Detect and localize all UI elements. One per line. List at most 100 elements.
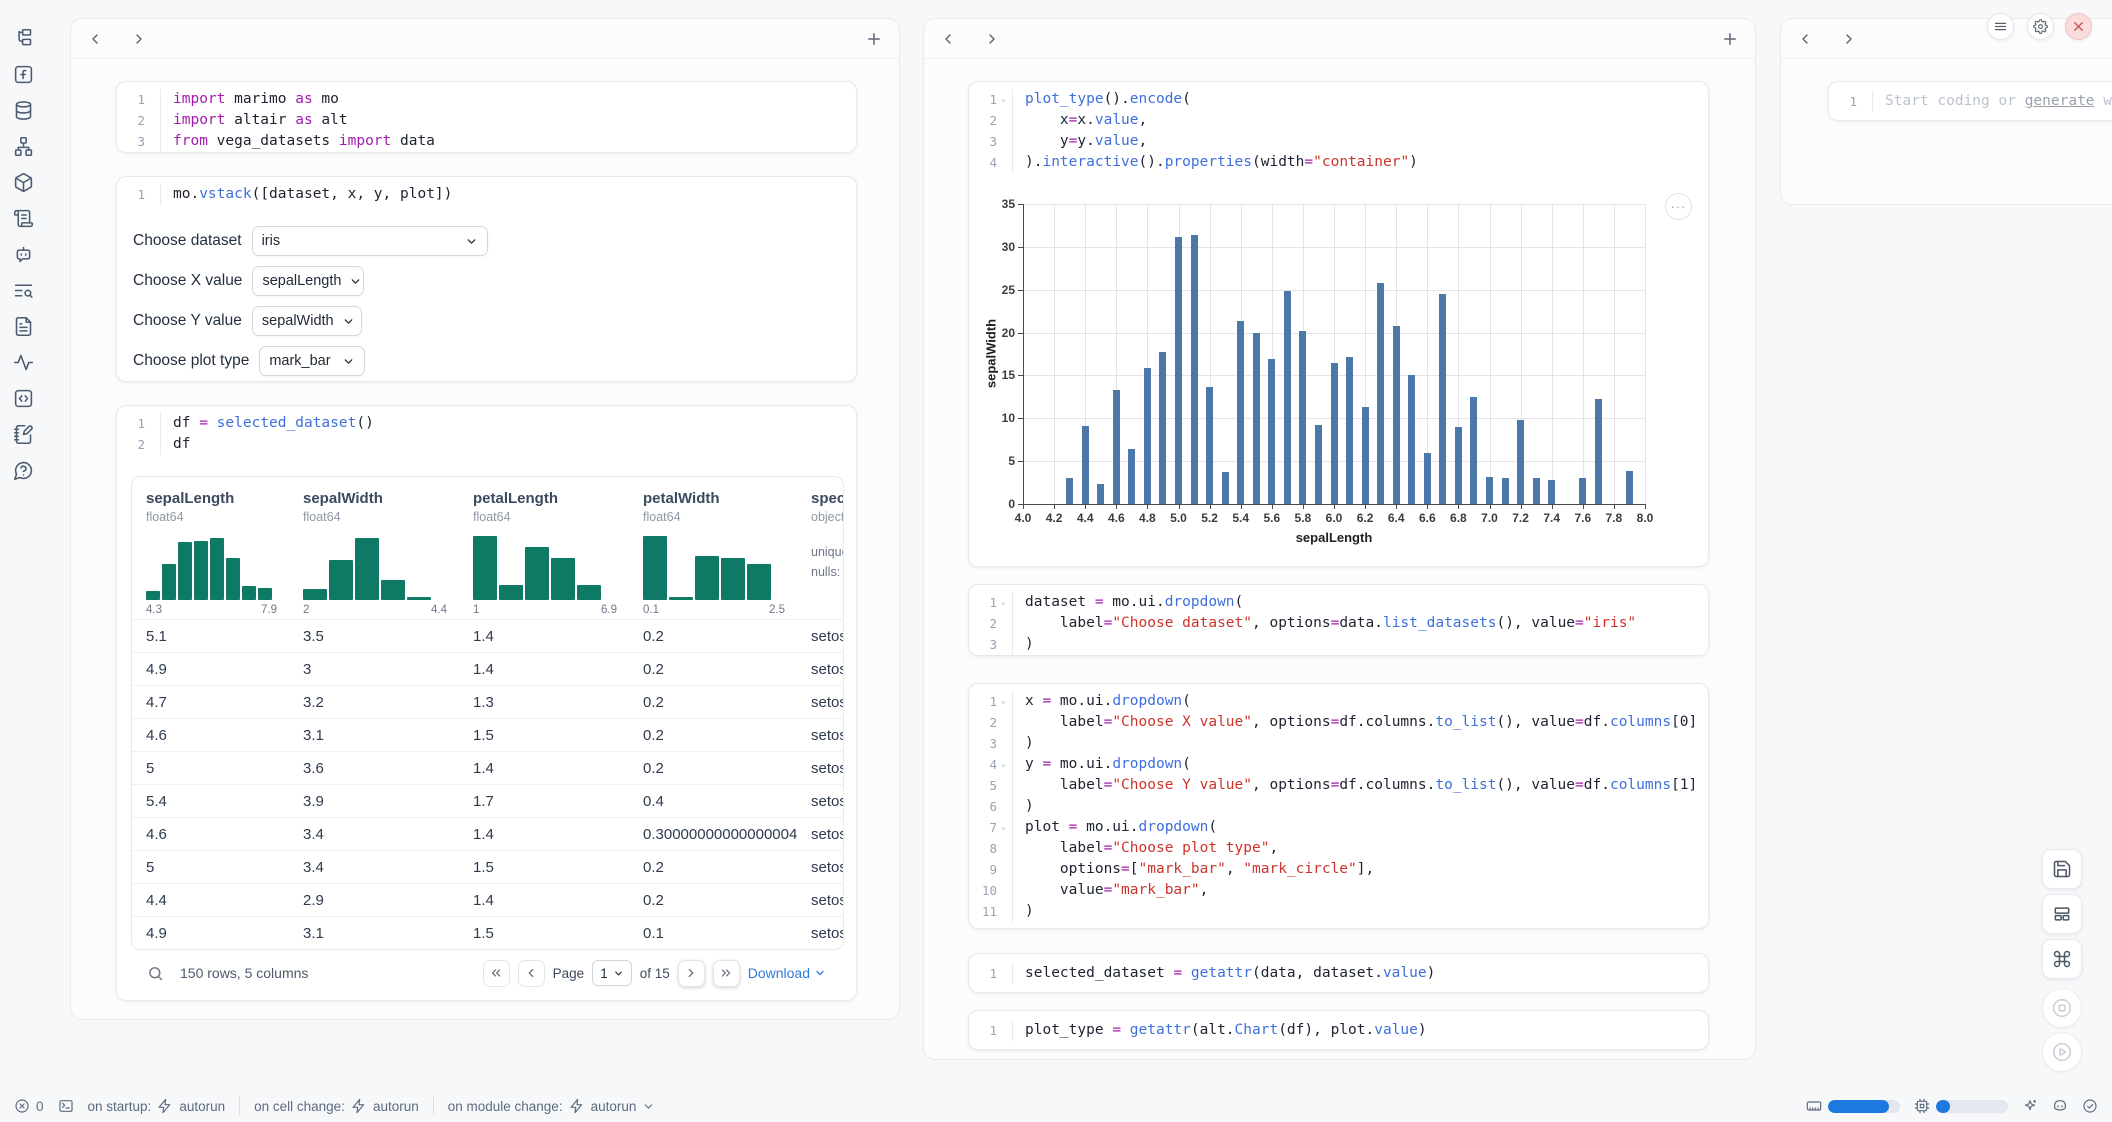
first-page-button[interactable] [483,960,510,987]
chevron-right-icon[interactable] [984,31,1000,47]
cell-xy-dropdowns[interactable]: 1⌄x = mo.ui.dropdown(2 label="Choose X v… [968,683,1709,929]
cell-scratch[interactable]: 1Start coding or generate with [1828,81,2112,121]
table-cell: 4.9 [132,661,289,678]
cell-dataframe[interactable]: 1df = selected_dataset()2df sepalLengthf… [116,405,857,1001]
stop-button[interactable] [2042,988,2082,1028]
x-tick-label: 7.0 [1475,511,1505,525]
zap-icon [351,1098,367,1114]
table-cell: 1.4 [459,826,629,843]
download-button[interactable]: Download [748,965,826,981]
code-line: 2 label="Choose dataset", options=data.l… [969,613,1708,634]
line-number: 1 [1829,91,1857,112]
last-page-button[interactable] [713,960,740,987]
package-icon[interactable] [11,170,35,194]
activity-icon[interactable] [11,350,35,374]
on-startup-setting[interactable]: on startup: autorun [88,1098,226,1114]
chart-bar [1517,420,1524,504]
ai-assistant-button[interactable] [2022,1098,2038,1114]
cell-plot-type[interactable]: 1plot_type = getattr(alt.Chart(df), plot… [968,1010,1709,1050]
page-total-label: of 15 [640,966,670,981]
plot-type-select[interactable]: mark_bar [259,346,365,376]
chevron-left-icon[interactable] [87,31,103,47]
add-cell-icon[interactable] [865,30,883,48]
collapse-caret-icon[interactable]: ⌄ [997,592,1010,613]
gear-icon [2033,19,2048,34]
cell-imports[interactable]: 1import marimo as mo2import altair as al… [116,81,857,153]
data-table: sepalLengthfloat644.37.9sepalWidthfloat6… [131,476,844,950]
collapse-caret-icon[interactable]: ⌄ [997,691,1010,712]
table-cell: 3.9 [289,793,459,810]
save-button[interactable] [2042,849,2082,889]
document-icon[interactable] [11,314,35,338]
line-number: 1 [969,1020,997,1041]
code-line: 1⌄dataset = mo.ui.dropdown( [969,592,1708,613]
cell-selected-dataset[interactable]: 1selected_dataset = getattr(data, datase… [968,953,1709,993]
collapse-caret-icon[interactable]: ⌄ [997,89,1010,110]
table-cell: 1.4 [459,628,629,645]
y-tick-label: 5 [985,454,1015,468]
table-column-header[interactable]: speciesobjectunique:nulls: [797,477,844,619]
page-select[interactable]: 1 [592,960,632,986]
search-icon[interactable] [147,965,164,982]
table-column-header[interactable]: sepalWidthfloat6424.4 [289,477,459,619]
y-value-select[interactable]: sepalWidth [252,306,362,336]
help-icon[interactable] [11,458,35,482]
table-column-header[interactable]: sepalLengthfloat644.37.9 [132,477,289,619]
x-value-select[interactable]: sepalLength [252,266,364,296]
layout-button[interactable] [2042,894,2082,934]
chevron-down-icon [814,967,826,979]
add-cell-icon[interactable] [1721,30,1739,48]
error-count-indicator[interactable]: 0 [14,1098,44,1114]
cell-plot[interactable]: 1⌄plot_type().encode(2 x=x.value,3 y=y.v… [968,81,1709,567]
prev-page-button[interactable] [518,960,545,987]
line-number: 10 [969,880,997,901]
on-module-change-setting[interactable]: on module change: autorun [448,1098,656,1114]
on-cell-change-setting[interactable]: on cell change: autorun [254,1098,419,1114]
chart-bar [1315,425,1322,504]
table-column-header[interactable]: petalLengthfloat6416.9 [459,477,629,619]
collapse-caret-icon[interactable]: ⌄ [997,817,1010,838]
close-button[interactable] [2065,13,2092,40]
settings-button[interactable] [2027,13,2054,40]
line-number: 2 [969,110,997,131]
dependency-graph-icon[interactable] [11,134,35,158]
chart-bar [1455,427,1462,504]
function-square-icon[interactable] [11,62,35,86]
table-cell: setosa [797,892,844,909]
next-page-button[interactable] [678,960,705,987]
dataset-select[interactable]: iris [252,226,488,256]
table-column-header[interactable]: petalWidthfloat640.12.5 [629,477,797,619]
chevron-left-icon[interactable] [1797,31,1813,47]
code-snippet-icon[interactable] [11,386,35,410]
collapse-caret-icon[interactable]: ⌄ [997,754,1010,775]
cell-layout[interactable]: 1mo.vstack([dataset, x, y, plot]) Choose… [116,176,857,382]
chevron-right-icon[interactable] [1841,31,1857,47]
run-button[interactable] [2042,1032,2082,1072]
menu-button[interactable] [1987,13,2014,40]
hamburger-menu-icon [1993,19,2008,34]
table-footer: 150 rows, 5 columns Page 1 of 15 Downloa… [131,950,842,996]
code-line: 4⌄y = mo.ui.dropdown( [969,754,1708,775]
file-tree-icon[interactable] [11,26,35,50]
keyboard-shortcuts-button[interactable] [2042,939,2082,979]
chart-bar [1082,426,1089,504]
terminal-button[interactable] [58,1098,74,1114]
copilot-button[interactable] [2052,1098,2068,1114]
chart-bar [1486,477,1493,504]
scroll-icon[interactable] [11,206,35,230]
database-icon[interactable] [11,98,35,122]
cell-dataset-dropdown[interactable]: 1⌄dataset = mo.ui.dropdown(2 label="Choo… [968,584,1709,656]
code-line: 8 label="Choose plot type", [969,838,1708,859]
chevron-down-icon [349,275,362,288]
chevron-right-icon[interactable] [131,31,147,47]
ram-usage [1806,1098,1900,1114]
text-search-icon[interactable] [11,278,35,302]
scratchpad-icon[interactable] [11,422,35,446]
chart-bar [1393,326,1400,504]
chart-actions-button[interactable]: ··· [1665,193,1692,220]
code-line: 3) [969,733,1708,754]
cpu-progress-bar [1936,1100,2008,1113]
connection-status-button[interactable] [2082,1098,2098,1114]
chevron-left-icon[interactable] [940,31,956,47]
chat-bot-icon[interactable] [11,242,35,266]
